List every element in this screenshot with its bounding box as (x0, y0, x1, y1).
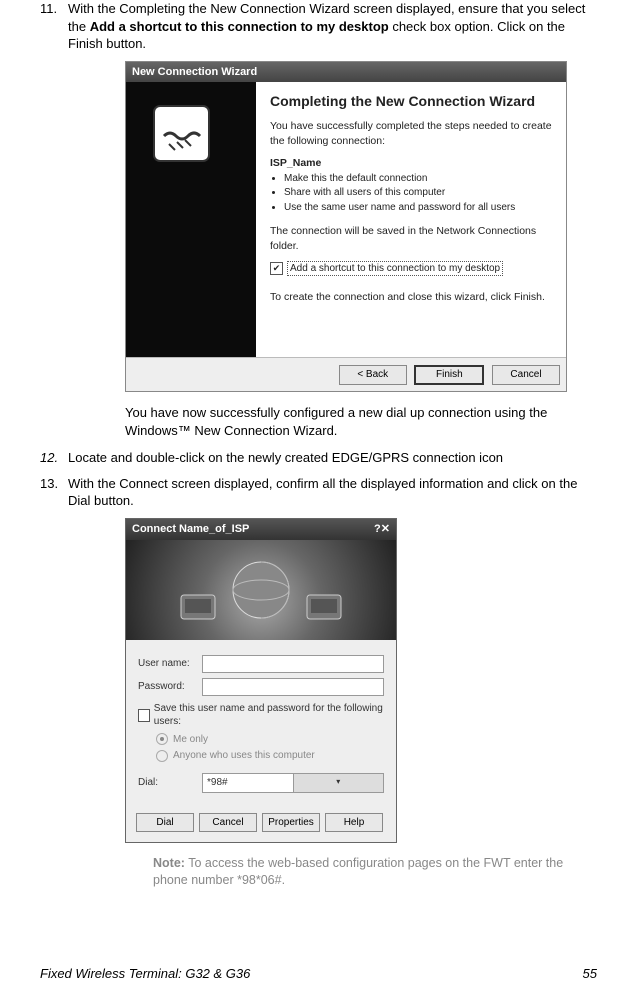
step-number-12: 12. (40, 449, 58, 467)
wizard-line3: To create the connection and close this … (270, 290, 552, 304)
footer-left: Fixed Wireless Terminal: G32 & G36 (40, 965, 250, 983)
back-button[interactable]: < Back (339, 365, 407, 385)
chevron-down-icon[interactable]: ▾ (293, 774, 384, 792)
dial-combo[interactable]: *98# ▾ (202, 773, 384, 793)
step-11-bold: Add a shortcut to this connection to my … (90, 19, 389, 34)
cancel-button[interactable]: Cancel (492, 365, 560, 385)
radio-me-only-button[interactable] (156, 733, 168, 745)
add-shortcut-label: Add a shortcut to this connection to my … (287, 261, 503, 277)
username-input[interactable] (202, 655, 384, 673)
properties-button[interactable]: Properties (262, 813, 320, 833)
post-wizard-text: You have now successfully configured a n… (125, 404, 582, 439)
handshake-icon (144, 96, 234, 186)
wizard-titlebar: New Connection Wizard (126, 62, 566, 83)
connect-button-row: Dial Cancel Properties Help (126, 807, 396, 843)
connect-cancel-button[interactable]: Cancel (199, 813, 257, 833)
close-titlebar-button[interactable]: ✕ (381, 522, 390, 537)
note-text: To access the web-based configuration pa… (153, 856, 563, 887)
footer-right: 55 (583, 965, 597, 983)
radio-anyone-button[interactable] (156, 750, 168, 762)
wizard-bullets: Make this the default connection Share w… (284, 172, 552, 215)
help-titlebar-button[interactable]: ? (374, 522, 381, 537)
username-label: User name: (138, 657, 202, 671)
wizard-button-row: < Back Finish Cancel (126, 357, 566, 391)
step-13-text: With the Connect screen displayed, confi… (68, 476, 577, 509)
wizard-line1: You have successfully completed the step… (270, 119, 552, 147)
note-block: Note: To access the web-based configurat… (153, 855, 577, 889)
connect-title: Connect Name_of_ISP (132, 522, 249, 537)
note-label: Note: (153, 856, 185, 870)
globe-computers-icon (161, 545, 361, 635)
wizard-title: New Connection Wizard (132, 65, 257, 80)
radio-me-only: Me only (156, 733, 384, 747)
dial-label: Dial: (138, 776, 202, 790)
password-input[interactable] (202, 678, 384, 696)
dial-value: *98# (203, 776, 293, 790)
connect-help-button[interactable]: Help (325, 813, 383, 833)
wizard-bullet: Use the same user name and password for … (284, 201, 552, 215)
add-shortcut-checkbox[interactable]: ✔ (270, 262, 283, 275)
dial-button[interactable]: Dial (136, 813, 194, 833)
save-credentials-checkbox[interactable] (138, 709, 150, 722)
finish-button[interactable]: Finish (414, 365, 484, 385)
new-connection-wizard-window: New Connection Wizard Completing the New… (125, 61, 567, 392)
wizard-line2: The connection will be saved in the Netw… (270, 224, 552, 252)
step-12-text: Locate and double-click on the newly cre… (68, 450, 503, 465)
connect-hero-graphic (126, 540, 396, 640)
connect-titlebar: Connect Name_of_ISP ? ✕ (126, 519, 396, 540)
connect-dialog: Connect Name_of_ISP ? ✕ User name: (125, 518, 397, 843)
step-number-13: 13. (40, 475, 58, 493)
wizard-bullet: Make this the default connection (284, 172, 552, 186)
radio-anyone: Anyone who uses this computer (156, 749, 384, 763)
radio-anyone-label: Anyone who uses this computer (173, 749, 315, 763)
wizard-bullet: Share with all users of this computer (284, 186, 552, 200)
wizard-heading: Completing the New Connection Wizard (270, 92, 552, 111)
password-label: Password: (138, 680, 202, 694)
step-11-text: With the Completing the New Connection W… (68, 1, 585, 51)
radio-me-only-label: Me only (173, 733, 208, 747)
step-number-11: 11. (40, 0, 57, 18)
wizard-isp-name: ISP_Name (270, 156, 552, 170)
save-credentials-label: Save this user name and password for the… (154, 702, 384, 729)
page-footer: Fixed Wireless Terminal: G32 & G36 55 (40, 965, 597, 983)
wizard-sidebar-graphic (126, 82, 256, 357)
